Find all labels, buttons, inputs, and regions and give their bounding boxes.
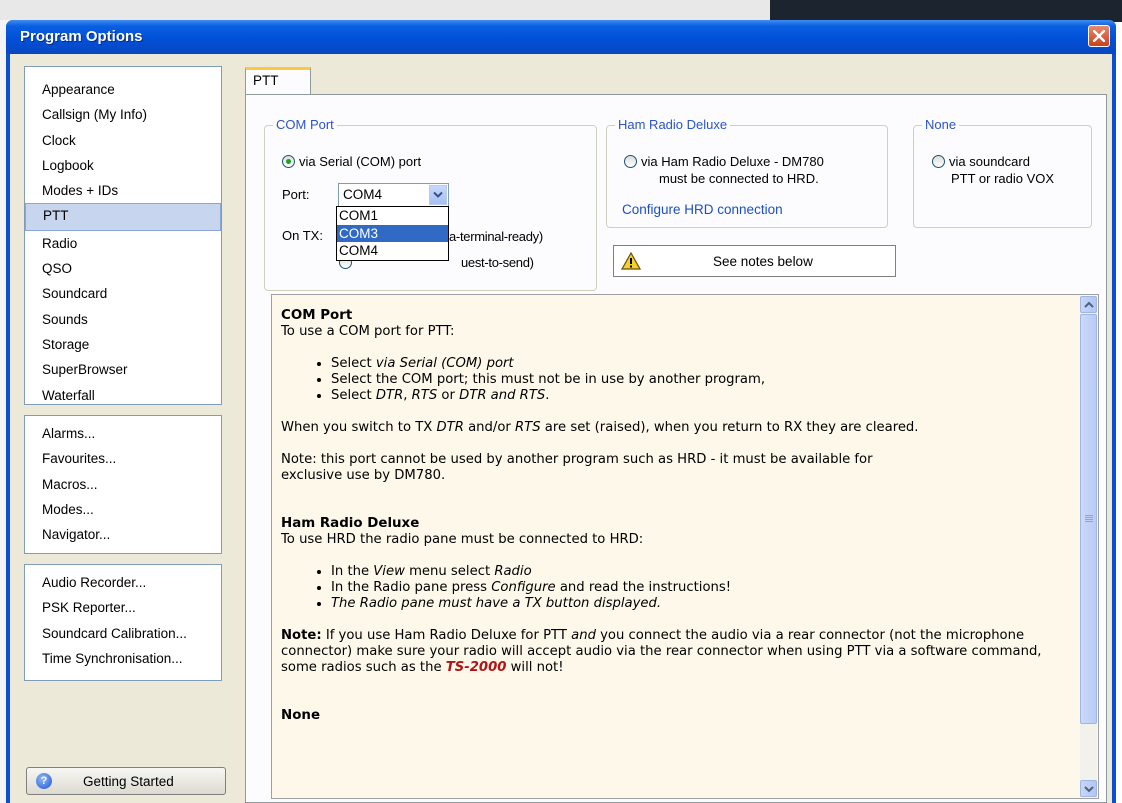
nav-item-appearance[interactable]: Appearance: [25, 77, 221, 102]
notes-port-note: Note: this port cannot be used by anothe…: [281, 452, 873, 483]
nav-item-radio[interactable]: Radio: [25, 231, 221, 256]
tab-ptt[interactable]: PTT: [245, 67, 311, 95]
port-dropdown-list: COM1 COM3 COM4: [336, 206, 449, 261]
port-label: Port:: [282, 187, 310, 202]
nav-item-modes-ids[interactable]: Modes + IDs: [25, 178, 221, 203]
notes-hrd-note: Note: If you use Ham Radio Deluxe for PT…: [281, 628, 1042, 675]
notes-com-list: Select via Serial (COM) port Select the …: [281, 356, 1077, 404]
list-item: Select the COM port; this must not be in…: [331, 372, 1077, 388]
hrd-radio[interactable]: [624, 155, 637, 168]
list-item: In the Radio pane press Configure and re…: [331, 580, 1077, 596]
port-select-value: COM4: [343, 187, 383, 202]
scroll-up-button[interactable]: [1080, 296, 1097, 313]
nav-item-navigator[interactable]: Navigator...: [25, 522, 221, 547]
on-tx-label: On TX:: [282, 228, 323, 243]
port-dropdown-button[interactable]: [429, 185, 447, 205]
close-icon: [1093, 30, 1105, 42]
window-title: Program Options: [20, 28, 143, 45]
nav-item-logbook[interactable]: Logbook: [25, 153, 221, 178]
notes-com-heading: COM Port: [281, 308, 353, 323]
ptt-tab-panel: COM Port via Serial (COM) port Port: COM…: [245, 94, 1107, 803]
chevron-down-icon: [433, 191, 443, 198]
notes-scrollbar[interactable]: [1080, 296, 1097, 797]
configure-hrd-link[interactable]: Configure HRD connection: [622, 202, 783, 217]
soundcard-radio[interactable]: [932, 155, 945, 168]
port-option-com1[interactable]: COM1: [337, 207, 448, 225]
scroll-down-button[interactable]: [1080, 780, 1097, 797]
soundcard-radio-label-line2: PTT or radio VOX: [951, 171, 1055, 186]
nav-item-modes[interactable]: Modes...: [25, 497, 221, 522]
notes-none-heading: None: [281, 708, 321, 723]
notes-switch-text: When you switch to TX DTR and/or RTS are…: [281, 420, 919, 435]
nav-item-ptt[interactable]: PTT: [25, 203, 221, 231]
notes-hrd-intro: To use HRD the radio pane must be connec…: [281, 532, 644, 547]
serial-port-radio[interactable]: [282, 155, 295, 168]
serial-port-radio-label: via Serial (COM) port: [299, 154, 422, 169]
port-option-com3[interactable]: COM3: [337, 224, 448, 242]
nav-item-callsign[interactable]: Callsign (My Info): [25, 102, 221, 127]
notes-content: COM Port To use a COM port for PTT: Sele…: [281, 308, 1077, 724]
ham-radio-deluxe-group: Ham Radio Deluxe via Ham Radio Deluxe - …: [606, 117, 888, 228]
chevron-down-icon: [1084, 786, 1094, 793]
nav-item-audio-recorder[interactable]: Audio Recorder...: [25, 570, 221, 595]
notes-com-intro: To use a COM port for PTT:: [281, 324, 455, 339]
nav-item-time-synchronisation[interactable]: Time Synchronisation...: [25, 646, 221, 671]
com-port-group: COM Port via Serial (COM) port Port: COM…: [264, 117, 597, 291]
nav-item-psk-reporter[interactable]: PSK Reporter...: [25, 595, 221, 620]
rts-radio-label-tail: uest-to-send): [461, 255, 534, 270]
program-options-window: Program Options Appearance Callsign (My …: [6, 20, 1116, 803]
help-icon: ?: [36, 773, 52, 789]
list-item: Select DTR, RTS or DTR and RTS.: [331, 388, 1077, 404]
getting-started-button[interactable]: ? Getting Started: [26, 767, 226, 795]
port-select[interactable]: COM4: [338, 183, 449, 207]
hrd-radio-label-line1: via Ham Radio Deluxe - DM780: [641, 154, 824, 169]
warning-icon: [621, 252, 641, 270]
nav-item-macros[interactable]: Macros...: [25, 472, 221, 497]
soundcard-radio-label-line1: via soundcard: [949, 154, 1030, 169]
background-app-strip: [0, 0, 1122, 22]
com-port-legend: COM Port: [273, 117, 337, 132]
nav-options-list: Appearance Callsign (My Info) Clock Logb…: [24, 66, 222, 405]
title-bar[interactable]: Program Options: [6, 20, 1116, 54]
dialog-client-area: Appearance Callsign (My Info) Clock Logb…: [10, 54, 1112, 803]
nav-item-sounds[interactable]: Sounds: [25, 307, 221, 332]
notes-hrd-list: In the View menu select Radio In the Rad…: [281, 564, 1077, 612]
nav-item-favourites[interactable]: Favourites...: [25, 446, 221, 471]
nav-tools-list: Audio Recorder... PSK Reporter... Soundc…: [24, 564, 222, 681]
nav-item-soundcard-calibration[interactable]: Soundcard Calibration...: [25, 621, 221, 646]
dtr-radio-label-tail: a-terminal-ready): [449, 229, 543, 244]
tab-ptt-label: PTT: [253, 73, 279, 88]
notes-viewer: COM Port To use a COM port for PTT: Sele…: [271, 294, 1099, 799]
nav-item-clock[interactable]: Clock: [25, 128, 221, 153]
none-legend: None: [922, 117, 960, 132]
nav-item-qso[interactable]: QSO: [25, 256, 221, 281]
list-item: Select via Serial (COM) port: [331, 356, 1077, 372]
nav-item-soundcard[interactable]: Soundcard: [25, 281, 221, 306]
list-item: In the View menu select Radio: [331, 564, 1077, 580]
nav-dialogs-list: Alarms... Favourites... Macros... Modes.…: [24, 415, 222, 554]
nav-item-waterfall[interactable]: Waterfall: [25, 383, 221, 408]
background-dark-area: [770, 0, 1122, 22]
port-option-com4[interactable]: COM4: [337, 242, 448, 260]
nav-item-alarms[interactable]: Alarms...: [25, 421, 221, 446]
see-notes-label: See notes below: [713, 254, 813, 269]
nav-item-superbrowser[interactable]: SuperBrowser: [25, 357, 221, 382]
hrd-legend: Ham Radio Deluxe: [615, 117, 731, 132]
list-item: The Radio pane must have a TX button dis…: [331, 596, 1077, 612]
see-notes-button[interactable]: See notes below: [613, 245, 896, 277]
getting-started-label: Getting Started: [83, 774, 174, 789]
none-group: None via soundcard PTT or radio VOX: [913, 117, 1092, 228]
close-button[interactable]: [1088, 25, 1110, 47]
nav-item-storage[interactable]: Storage: [25, 332, 221, 357]
notes-hrd-heading: Ham Radio Deluxe: [281, 516, 420, 531]
scroll-thumb[interactable]: [1080, 314, 1097, 724]
chevron-up-icon: [1084, 301, 1094, 308]
hrd-radio-label-line2: must be connected to HRD.: [659, 171, 819, 186]
